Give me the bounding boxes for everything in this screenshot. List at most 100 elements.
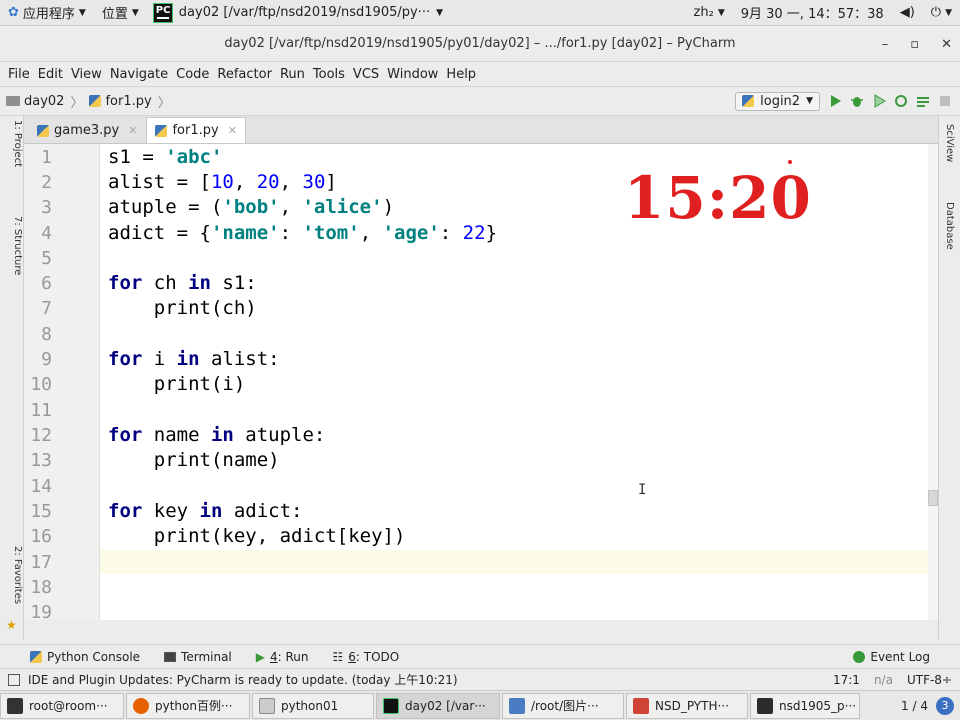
- tab-game3[interactable]: game3.py ✕: [28, 117, 146, 143]
- terminal-button[interactable]: Terminal: [164, 650, 232, 664]
- menu-help[interactable]: Help: [442, 67, 480, 82]
- run-config-select[interactable]: login2 ▼: [735, 91, 820, 111]
- chevron-down-icon: ▼: [436, 7, 444, 18]
- clock[interactable]: 9月 30 一, 14：57：38: [733, 3, 892, 22]
- right-tool-strip: SciView Database: [938, 116, 960, 640]
- minimize-icon[interactable]: –: [882, 37, 889, 52]
- window-title: day02 [/var/ftp/nsd2019/nsd1905/py01/day…: [224, 36, 736, 51]
- concurrency-icon[interactable]: [916, 94, 930, 108]
- menu-code[interactable]: Code: [172, 67, 213, 82]
- todo-icon: ☷: [332, 649, 344, 664]
- code-line: print(name): [108, 449, 280, 471]
- task-nsd-python[interactable]: NSD_PYTH···: [626, 692, 748, 719]
- task-terminal[interactable]: root@room···: [0, 692, 124, 719]
- notification-badge[interactable]: 3: [936, 696, 954, 715]
- todo-label: : TODO: [355, 649, 400, 664]
- breadcrumb-file-label: for1.py: [105, 93, 152, 109]
- task-label: root@room···: [29, 698, 108, 713]
- coverage-icon[interactable]: [872, 94, 886, 108]
- close-icon[interactable]: ✕: [228, 124, 237, 137]
- menu-tools[interactable]: Tools: [309, 67, 349, 82]
- code-line: print(key, adict[key]): [108, 525, 406, 547]
- menu-view[interactable]: View: [67, 67, 106, 82]
- close-icon[interactable]: ✕: [128, 124, 137, 137]
- video-icon: [757, 697, 773, 714]
- code-editor[interactable]: 1 2 3 4 5 6 7 8 9 10 11 12 13 14 15 16 1…: [24, 144, 938, 620]
- line-number: 9: [41, 349, 52, 370]
- database-tool-button[interactable]: Database: [944, 202, 955, 250]
- status-bar: IDE and Plugin Updates: PyCharm is ready…: [0, 668, 960, 690]
- file-encoding[interactable]: UTF-8÷: [907, 673, 952, 687]
- task-nsd1905[interactable]: nsd1905_p···: [750, 692, 860, 719]
- tab-label: game3.py: [54, 123, 120, 138]
- code-line: alist = [10, 20, 30]: [108, 171, 337, 193]
- line-number: 13: [30, 450, 52, 471]
- event-log-icon: [853, 650, 866, 663]
- line-number: 17: [30, 552, 52, 573]
- code-line: atuple = ('bob', 'alice'): [108, 196, 395, 218]
- power-icon[interactable]: ⏻ ▼: [923, 5, 960, 20]
- python-file-icon: [742, 95, 755, 107]
- caret-position[interactable]: 17:1: [833, 673, 860, 687]
- menu-run[interactable]: Run: [276, 67, 309, 82]
- line-number: 5: [41, 248, 52, 269]
- close-icon[interactable]: ✕: [941, 37, 952, 52]
- breadcrumb-project-label: day02: [24, 93, 65, 109]
- breadcrumb-project[interactable]: day02: [6, 94, 64, 109]
- task-python01[interactable]: python01: [252, 692, 374, 719]
- breadcrumb-file[interactable]: for1.py: [89, 93, 152, 109]
- line-number: 15: [30, 501, 52, 522]
- code-line: for i in alist:: [108, 348, 280, 370]
- run-tool-button[interactable]: ▶ 4: Run: [256, 650, 309, 664]
- python-console-button[interactable]: Python Console: [30, 650, 140, 664]
- menu-edit[interactable]: Edit: [34, 67, 67, 82]
- run-icon[interactable]: [828, 94, 842, 108]
- structure-tool-button[interactable]: 7: Structure: [12, 216, 23, 275]
- active-window-title: day02 [/var/ftp/nsd2019/nsd1905/py···: [178, 5, 431, 20]
- chevron-down-icon: ▼: [717, 7, 725, 18]
- apps-menu[interactable]: ✿ 应用程序 ▼: [0, 3, 94, 22]
- code-line: s1 = 'abc': [108, 146, 223, 168]
- python-file-icon: [37, 124, 49, 137]
- stop-icon[interactable]: [938, 94, 952, 108]
- places-menu[interactable]: 位置 ▼: [94, 3, 147, 22]
- favorites-tool-button[interactable]: 2: Favorites: [12, 546, 23, 604]
- line-separator[interactable]: n/a: [874, 673, 893, 687]
- todo-button[interactable]: ☷ 6: TODO: [333, 650, 400, 664]
- scrollbar-thumb[interactable]: [928, 490, 938, 506]
- breadcrumb-separator-icon: 〉: [157, 95, 171, 111]
- line-number: 3: [41, 197, 52, 218]
- maximize-icon[interactable]: ▫: [910, 37, 919, 52]
- editor-scrollbar[interactable]: [928, 144, 938, 620]
- tab-for1[interactable]: for1.py ✕: [146, 117, 246, 143]
- task-label: python01: [281, 698, 339, 713]
- line-number: 18: [30, 577, 52, 598]
- menu-bar: File Edit View Navigate Code Refactor Ru…: [0, 62, 960, 86]
- active-window-menu[interactable]: PC day02 [/var/ftp/nsd2019/nsd1905/py···…: [147, 0, 449, 26]
- sciview-tool-button[interactable]: SciView: [944, 124, 955, 162]
- event-log-button[interactable]: Event Log: [853, 650, 930, 664]
- workspace-switcher[interactable]: 1 / 4 3: [901, 696, 960, 715]
- terminal-label: Terminal: [181, 649, 232, 664]
- task-image-viewer[interactable]: /root/图片···: [502, 692, 624, 719]
- status-toggle-icon[interactable]: [8, 673, 20, 686]
- menu-navigate[interactable]: Navigate: [106, 67, 172, 82]
- profile-icon[interactable]: [894, 94, 908, 108]
- volume-icon[interactable]: ◀): [892, 5, 923, 20]
- menu-window[interactable]: Window: [383, 67, 442, 82]
- task-pycharm[interactable]: day02 [/var···: [376, 692, 500, 719]
- task-firefox[interactable]: python百例···: [126, 692, 250, 719]
- project-tool-button[interactable]: 1: Project: [12, 120, 23, 167]
- menu-vcs[interactable]: VCS: [349, 67, 383, 82]
- status-message[interactable]: IDE and Plugin Updates: PyCharm is ready…: [28, 671, 458, 688]
- run-config-label: login2: [760, 93, 801, 109]
- task-label: python百例···: [155, 699, 233, 713]
- line-number: 11: [30, 400, 52, 421]
- menu-refactor[interactable]: Refactor: [213, 67, 276, 82]
- debug-icon[interactable]: [850, 94, 864, 108]
- task-label: NSD_PYTH···: [655, 698, 729, 713]
- overlay-timer: 15:20: [624, 164, 812, 232]
- menu-file[interactable]: File: [4, 67, 34, 82]
- screen: ✿ 应用程序 ▼ 位置 ▼ PC day02 [/var/ftp/nsd2019…: [0, 0, 960, 720]
- input-method-menu[interactable]: zh₂ ▼: [686, 5, 733, 20]
